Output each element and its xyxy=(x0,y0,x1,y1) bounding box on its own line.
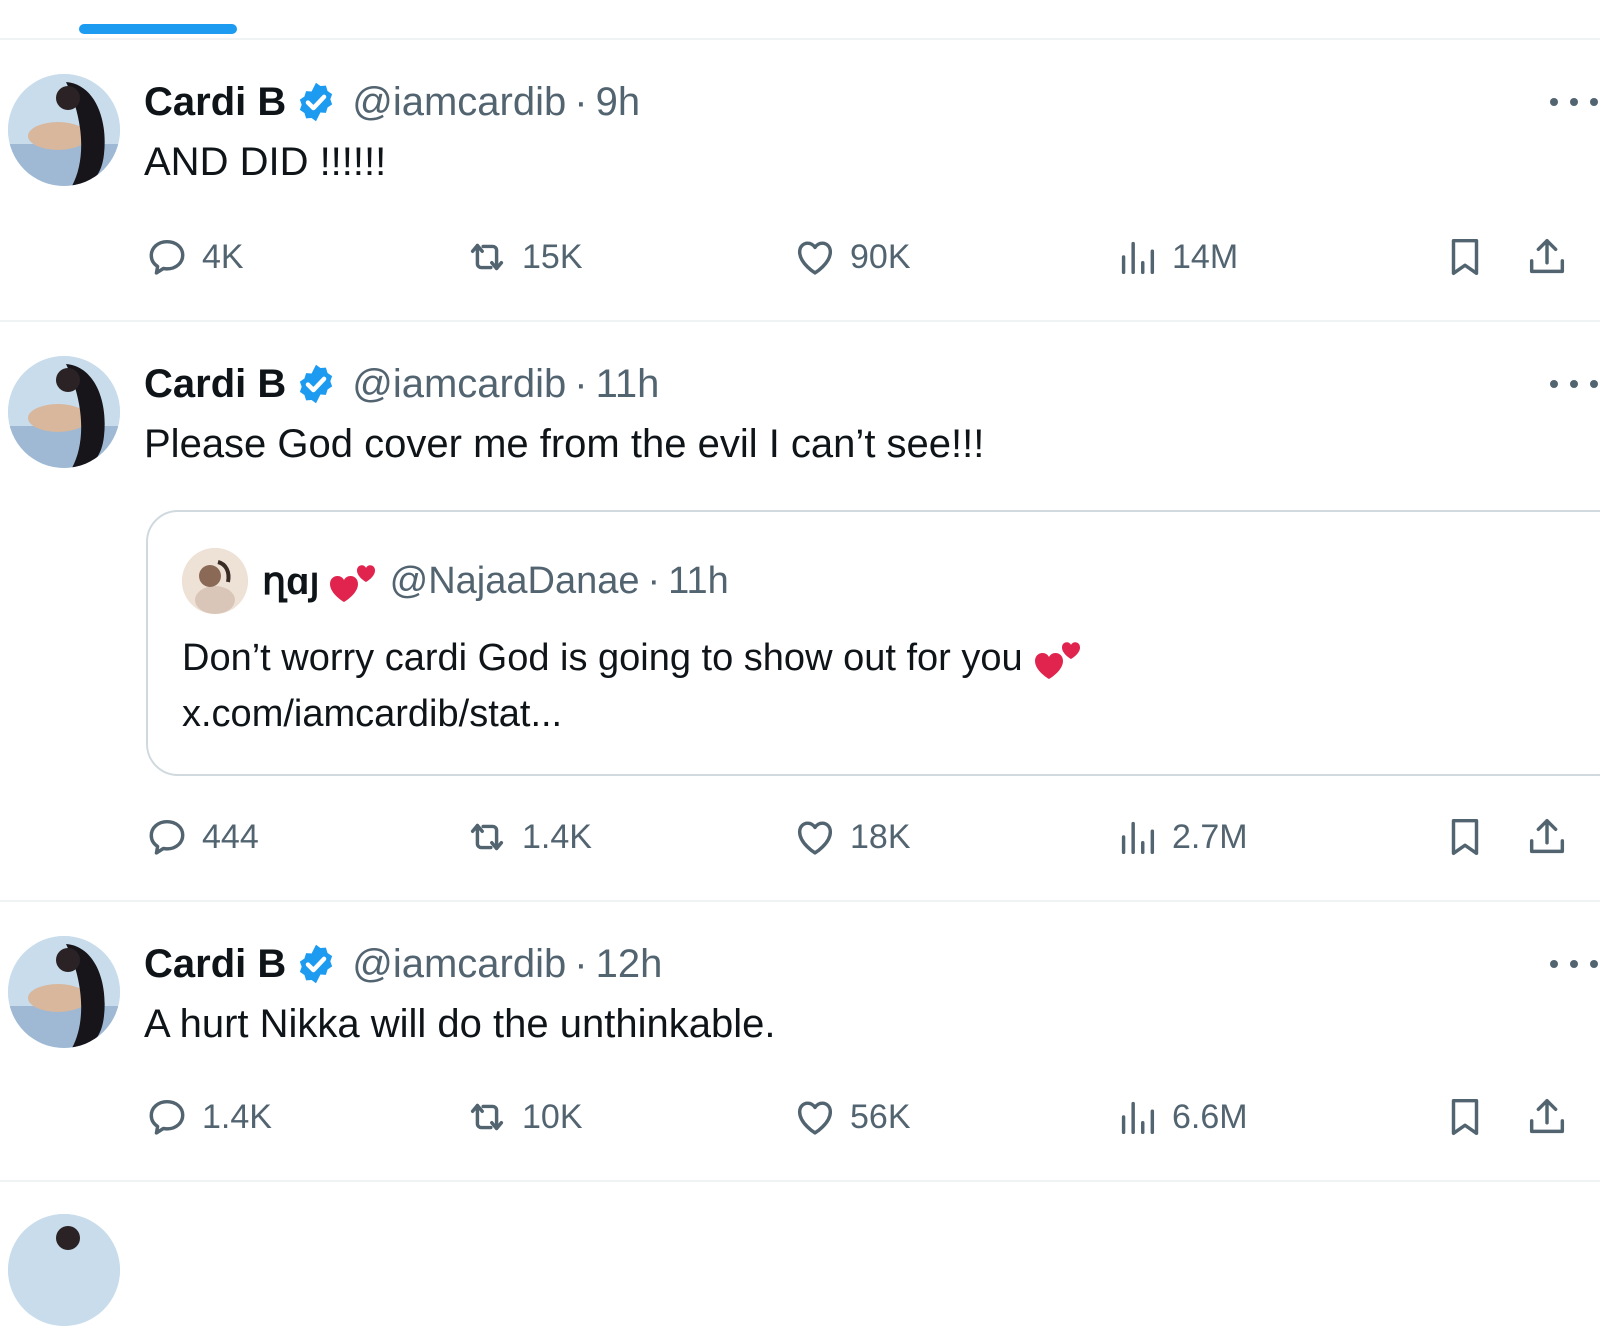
tweet-header: Cardi B @iamcardib · 9h xyxy=(144,77,640,127)
timestamp[interactable]: 9h xyxy=(596,80,641,125)
tweet-text: AND DID !!!!!! xyxy=(144,140,387,184)
timestamp[interactable]: 11h xyxy=(596,362,660,407)
share-icon xyxy=(1529,818,1565,854)
tweet-header: Cardi B @iamcardib · 11h xyxy=(144,359,659,409)
tweet-text: A hurt Nikka will do the unthinkable. xyxy=(144,1002,776,1046)
like-icon xyxy=(797,821,833,855)
author-name[interactable]: Cardi B xyxy=(144,362,286,407)
like-count: 56K xyxy=(850,1097,911,1136)
views-count: 14M xyxy=(1172,237,1239,276)
retweet-count: 10K xyxy=(522,1097,583,1136)
author-name[interactable]: Cardi B xyxy=(144,80,286,125)
like-button[interactable]: 56K xyxy=(792,1092,911,1142)
tweet-actions: 4K 15K 90K 14M xyxy=(144,232,1600,282)
views-count: 2.7M xyxy=(1172,817,1248,856)
avatar[interactable] xyxy=(8,356,120,468)
views-icon xyxy=(1121,821,1155,855)
reply-count: 444 xyxy=(202,817,259,856)
retweet-button[interactable]: 10K xyxy=(464,1092,583,1142)
like-count: 90K xyxy=(850,237,911,276)
views-icon xyxy=(1121,241,1155,275)
like-icon xyxy=(797,241,833,275)
verified-badge-icon xyxy=(300,944,333,984)
views-button[interactable]: 14M xyxy=(1114,232,1238,282)
avatar[interactable] xyxy=(8,936,120,1048)
share-button[interactable] xyxy=(1524,812,1582,862)
reply-button[interactable]: 4K xyxy=(144,232,244,282)
separator-dot: · xyxy=(574,79,588,124)
share-icon xyxy=(1529,1098,1565,1134)
retweet-icon xyxy=(470,243,504,271)
bookmark-icon xyxy=(1451,1098,1479,1136)
bookmark-icon xyxy=(1451,238,1479,276)
separator-dot: · xyxy=(574,361,588,406)
reply-icon xyxy=(149,1099,185,1135)
like-icon xyxy=(797,1101,833,1135)
author-name[interactable]: ղɑյ xyxy=(262,559,320,604)
avatar[interactable] xyxy=(8,74,120,186)
tweet-actions: 444 1.4K 18K 2.7M xyxy=(144,812,1600,862)
separator-dot: · xyxy=(647,559,661,602)
active-tab-indicator xyxy=(79,24,237,34)
views-icon xyxy=(1121,1101,1155,1135)
reply-count: 4K xyxy=(202,237,244,276)
two-hearts-emoji xyxy=(1034,642,1080,679)
bookmark-button[interactable] xyxy=(1442,812,1500,862)
views-button[interactable]: 6.6M xyxy=(1114,1092,1248,1142)
bookmark-button[interactable] xyxy=(1442,1092,1500,1142)
like-button[interactable]: 90K xyxy=(792,232,911,282)
separator-dot: · xyxy=(574,941,588,986)
avatar[interactable] xyxy=(8,1214,120,1326)
author-handle[interactable]: @iamcardib xyxy=(352,80,566,125)
tweet[interactable]: Cardi B @iamcardib · 9h AND DID !!!!!! 4… xyxy=(0,40,1600,322)
quoted-tweet[interactable]: ղɑյ @NajaaDanae · 11h Don’t worry cardi … xyxy=(146,510,1600,776)
share-icon xyxy=(1529,238,1565,274)
author-handle[interactable]: @NajaaDanae xyxy=(390,560,640,603)
more-icon[interactable] xyxy=(1550,92,1598,112)
retweet-button[interactable]: 1.4K xyxy=(464,812,592,862)
like-count: 18K xyxy=(850,817,911,856)
reply-button[interactable]: 444 xyxy=(144,812,259,862)
verified-badge-icon xyxy=(300,364,333,404)
like-button[interactable]: 18K xyxy=(792,812,911,862)
quoted-link[interactable]: x.com/iamcardib/stat... xyxy=(182,686,1095,742)
retweet-icon xyxy=(470,823,504,851)
timestamp[interactable]: 12h xyxy=(596,942,663,987)
bookmark-button[interactable] xyxy=(1442,232,1500,282)
timeline-tabbar xyxy=(0,0,1600,40)
views-button[interactable]: 2.7M xyxy=(1114,812,1248,862)
timestamp[interactable]: 11h xyxy=(668,560,729,603)
share-button[interactable] xyxy=(1524,232,1582,282)
retweet-count: 1.4K xyxy=(522,817,592,856)
two-hearts-emoji xyxy=(329,565,375,602)
share-button[interactable] xyxy=(1524,1092,1582,1142)
reply-icon xyxy=(149,239,185,275)
retweet-button[interactable]: 15K xyxy=(464,232,583,282)
quoted-tweet-text: Don’t worry cardi God is going to show o… xyxy=(182,630,1095,742)
tweet-actions: 1.4K 10K 56K 6.6M xyxy=(144,1092,1600,1142)
reply-button[interactable]: 1.4K xyxy=(144,1092,272,1142)
author-handle[interactable]: @iamcardib xyxy=(352,942,566,987)
tweet-header: Cardi B @iamcardib · 12h xyxy=(144,939,662,989)
more-icon[interactable] xyxy=(1550,954,1598,974)
avatar[interactable] xyxy=(182,548,248,614)
more-icon[interactable] xyxy=(1550,374,1598,394)
quoted-text-line: Don’t worry cardi God is going to show o… xyxy=(182,637,1023,679)
tweet[interactable]: Cardi B @iamcardib · 12h A hurt Nikka wi… xyxy=(0,902,1600,1182)
verified-badge-icon xyxy=(300,82,333,122)
retweet-icon xyxy=(470,1103,504,1131)
author-handle[interactable]: @iamcardib xyxy=(352,362,566,407)
author-name[interactable]: Cardi B xyxy=(144,942,286,987)
tweet[interactable]: Cardi B @iamcardib · 11h Please God cove… xyxy=(0,322,1600,902)
quoted-tweet-header: ղɑյ @NajaaDanae · 11h xyxy=(262,556,729,606)
tweet-text: Please God cover me from the evil I can’… xyxy=(144,422,985,466)
reply-icon xyxy=(149,819,185,855)
reply-count: 1.4K xyxy=(202,1097,272,1136)
bookmark-icon xyxy=(1451,818,1479,856)
views-count: 6.6M xyxy=(1172,1097,1248,1136)
retweet-count: 15K xyxy=(522,237,583,276)
